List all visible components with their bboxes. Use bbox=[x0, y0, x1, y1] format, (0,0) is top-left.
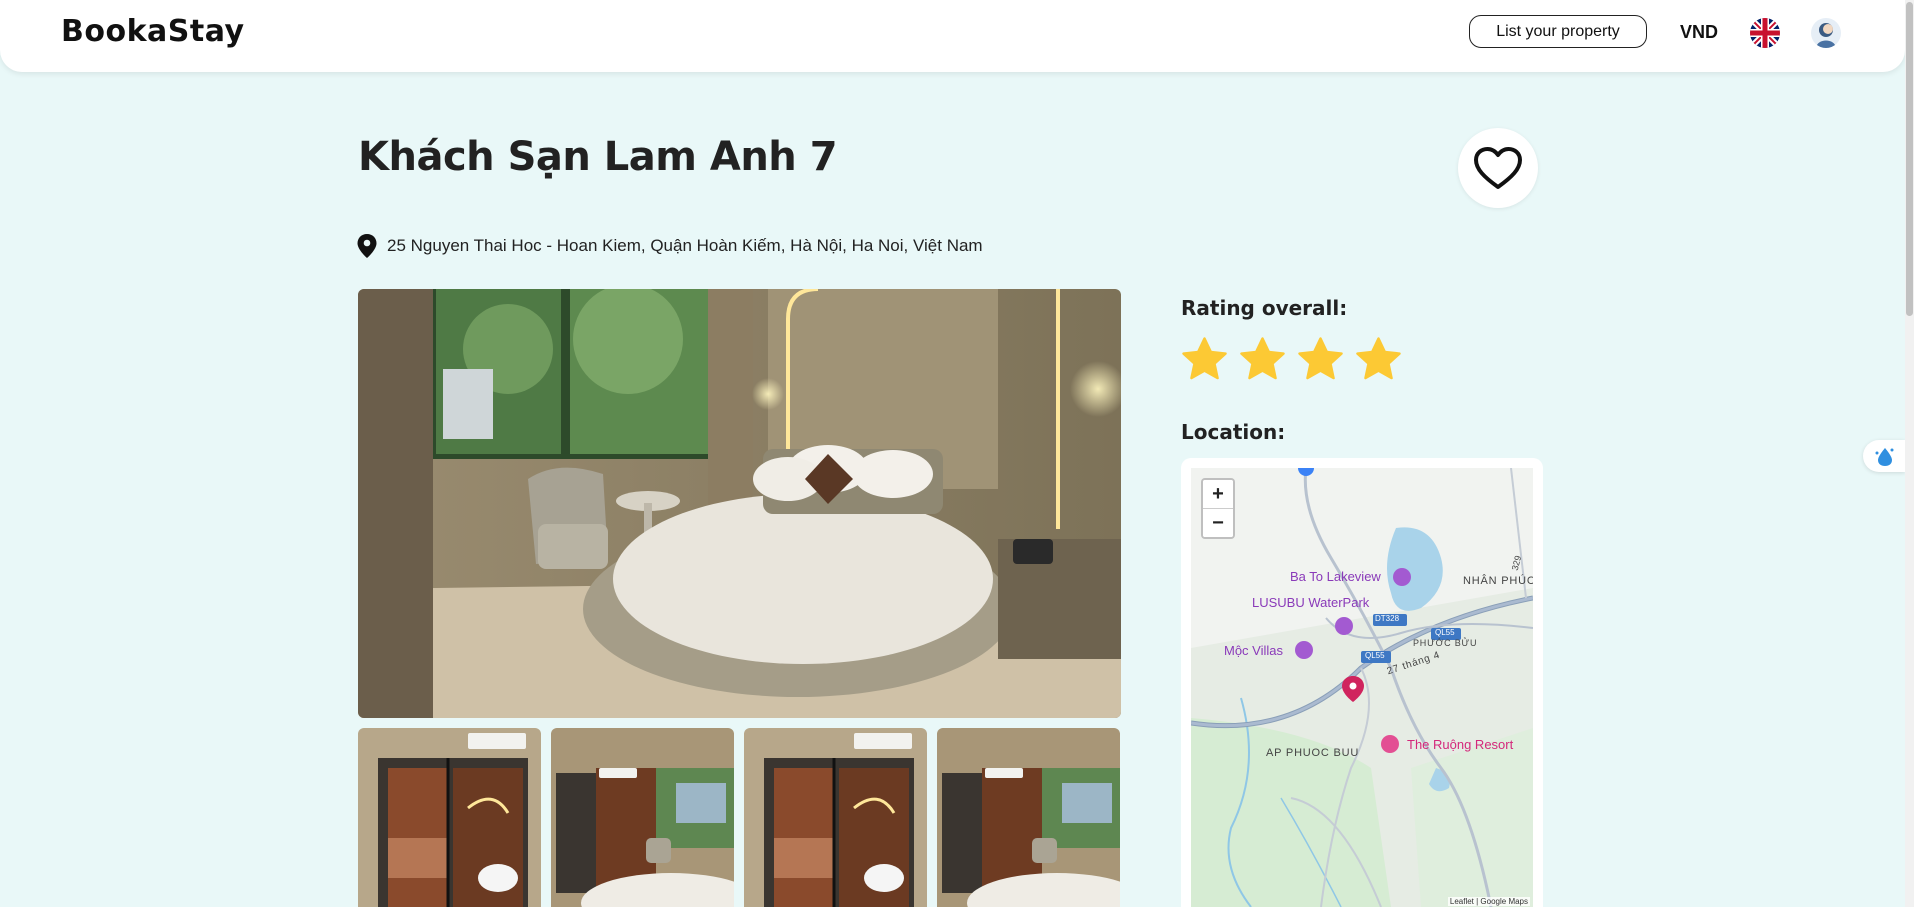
location-label: Location: bbox=[1181, 420, 1286, 444]
rating-stars bbox=[1180, 336, 1403, 383]
gallery-thumbnail[interactable] bbox=[744, 728, 927, 907]
gallery-thumbnail[interactable] bbox=[937, 728, 1120, 907]
currency-selector[interactable]: VND bbox=[1680, 22, 1718, 43]
map-poi[interactable]: Ba To Lakeview bbox=[1290, 569, 1381, 584]
main-hotel-photo[interactable] bbox=[358, 289, 1121, 718]
map-area-label: PHƯỚC BỬU bbox=[1413, 638, 1478, 648]
zoom-in-button[interactable]: + bbox=[1203, 480, 1233, 509]
map-area-label: AP PHUOC BUU bbox=[1266, 747, 1360, 759]
road-shield: QL55 bbox=[1435, 628, 1455, 637]
map-attribution[interactable]: Leaflet | Google Maps bbox=[1447, 897, 1530, 906]
scrollbar-thumb[interactable] bbox=[1906, 2, 1913, 316]
address-text: 25 Nguyen Thai Hoc - Hoan Kiem, Quận Hoà… bbox=[387, 236, 983, 255]
favorite-button[interactable] bbox=[1458, 128, 1538, 208]
top-navbar: BookaStay List your property VND bbox=[0, 0, 1905, 72]
zoom-out-button[interactable]: − bbox=[1203, 509, 1233, 537]
list-your-property-button[interactable]: List your property bbox=[1469, 15, 1647, 48]
map-zoom-controls: + − bbox=[1201, 478, 1235, 539]
star-icon bbox=[1240, 337, 1285, 380]
water-drop-icon bbox=[1875, 448, 1894, 466]
road-shield: QL55 bbox=[1365, 651, 1385, 660]
map-area-label: NHÂN PHÚC bbox=[1463, 575, 1533, 587]
uk-flag-icon[interactable] bbox=[1750, 18, 1780, 48]
star-icon bbox=[1356, 337, 1401, 380]
hotel-address: 25 Nguyen Thai Hoc - Hoan Kiem, Quận Hoà… bbox=[356, 233, 983, 259]
star-icon bbox=[1298, 337, 1343, 380]
map-poi[interactable]: Mộc Villas bbox=[1224, 643, 1283, 658]
floating-side-button[interactable] bbox=[1863, 440, 1905, 472]
hotel-name-title: Khách Sạn Lam Anh 7 bbox=[358, 134, 838, 180]
gallery-thumbnail[interactable] bbox=[358, 728, 541, 907]
map-pin-icon bbox=[357, 234, 377, 258]
map-poi[interactable]: The Ruộng Resort bbox=[1407, 737, 1513, 752]
road-shield: DT328 bbox=[1375, 614, 1400, 623]
rating-label: Rating overall: bbox=[1181, 296, 1348, 320]
site-logo[interactable]: BookaStay bbox=[61, 14, 245, 49]
star-icon bbox=[1182, 337, 1227, 380]
user-avatar-icon[interactable] bbox=[1811, 18, 1841, 48]
map-poi[interactable]: LUSUBU WaterPark bbox=[1252, 595, 1369, 610]
heart-outline-icon bbox=[1474, 147, 1522, 189]
gallery-thumbnail[interactable] bbox=[551, 728, 734, 907]
location-map[interactable]: + − Ba To Lakeview LUSUBU WaterPark Mộc … bbox=[1191, 468, 1533, 907]
